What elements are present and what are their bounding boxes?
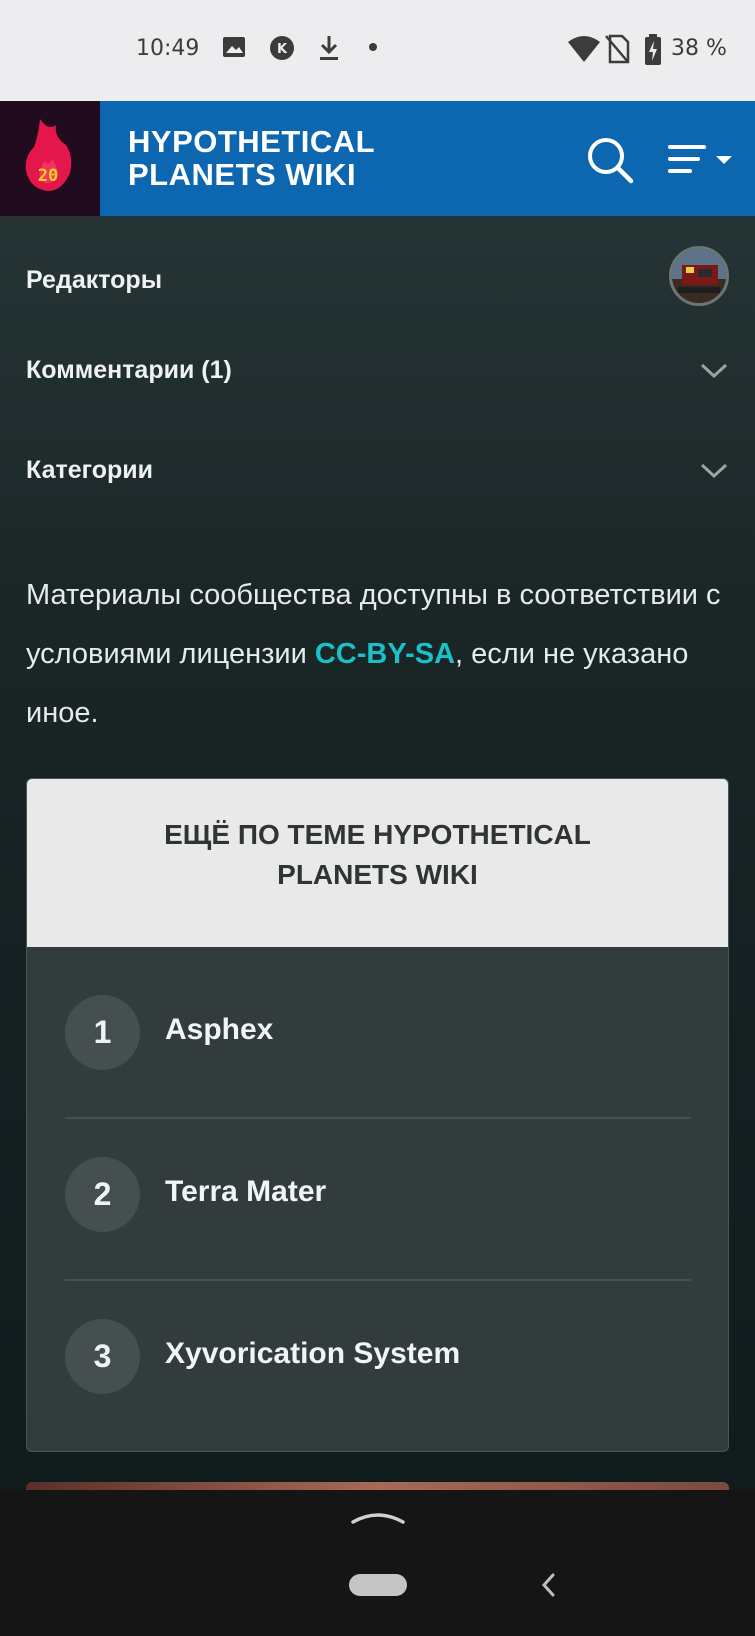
related-item[interactable]: 1 Asphex (65, 949, 691, 1119)
no-sim-icon (605, 34, 630, 64)
logo-text: 20 (38, 166, 58, 186)
comments-row[interactable]: Комментарии (1) (26, 356, 729, 385)
page-content: Редакторы Комментарии (1) Категории Мате… (0, 216, 755, 1492)
related-heading: ЕЩЁ ПО ТЕМЕ HYPOTHETICAL PLANETS WIKI (27, 779, 728, 947)
wiki-title[interactable]: HYPOTHETICAL PLANETS WIKI (128, 125, 428, 191)
wiki-header: 20 HYPOTHETICAL PLANETS WIKI (0, 101, 755, 216)
svg-text:K: K (277, 42, 288, 57)
license-notice: Материалы сообщества доступны в соответс… (26, 566, 726, 743)
related-item-title[interactable]: Terra Mater (165, 1175, 326, 1209)
license-link[interactable]: CC-BY-SA (315, 638, 455, 670)
related-item-title[interactable]: Xyvorication System (165, 1337, 460, 1371)
chevron-up-icon[interactable] (350, 1506, 406, 1526)
editor-avatar[interactable] (669, 246, 729, 306)
status-bar: 10:49 K 38 % (0, 0, 755, 101)
download-icon (320, 36, 338, 60)
related-item-number: 2 (65, 1157, 140, 1232)
related-item[interactable]: 2 Terra Mater (65, 1119, 691, 1281)
home-button[interactable] (349, 1574, 407, 1596)
back-icon[interactable] (538, 1570, 558, 1600)
editors-label: Редакторы (26, 266, 163, 294)
wiki-logo[interactable]: 20 (0, 101, 100, 216)
avatar-image-icon (672, 249, 726, 303)
related-item-title[interactable]: Asphex (165, 1013, 273, 1047)
categories-label: Категории (26, 456, 153, 484)
system-nav-bar (0, 1490, 755, 1636)
categories-row[interactable]: Категории (26, 456, 729, 485)
kodi-icon: K (270, 36, 294, 60)
related-item-number: 1 (65, 995, 140, 1070)
chevron-down-icon (700, 463, 728, 479)
dot-icon (369, 43, 377, 51)
related-item[interactable]: 3 Xyvorication System (65, 1281, 691, 1451)
menu-icon[interactable] (668, 143, 738, 177)
comments-label: Комментарии (1) (26, 356, 232, 384)
related-articles-box: ЕЩЁ ПО ТЕМЕ HYPOTHETICAL PLANETS WIKI 1 … (26, 778, 729, 1452)
wifi-icon (568, 36, 600, 62)
related-item-number: 3 (65, 1319, 140, 1394)
status-time: 10:49 (136, 36, 200, 61)
flame-logo-icon: 20 (25, 119, 72, 191)
battery-icon (645, 34, 661, 65)
search-icon[interactable] (585, 135, 635, 185)
chevron-down-icon (700, 363, 728, 379)
editors-row[interactable]: Редакторы (26, 246, 729, 306)
image-icon (223, 37, 245, 57)
battery-percent: 38 % (671, 36, 727, 61)
